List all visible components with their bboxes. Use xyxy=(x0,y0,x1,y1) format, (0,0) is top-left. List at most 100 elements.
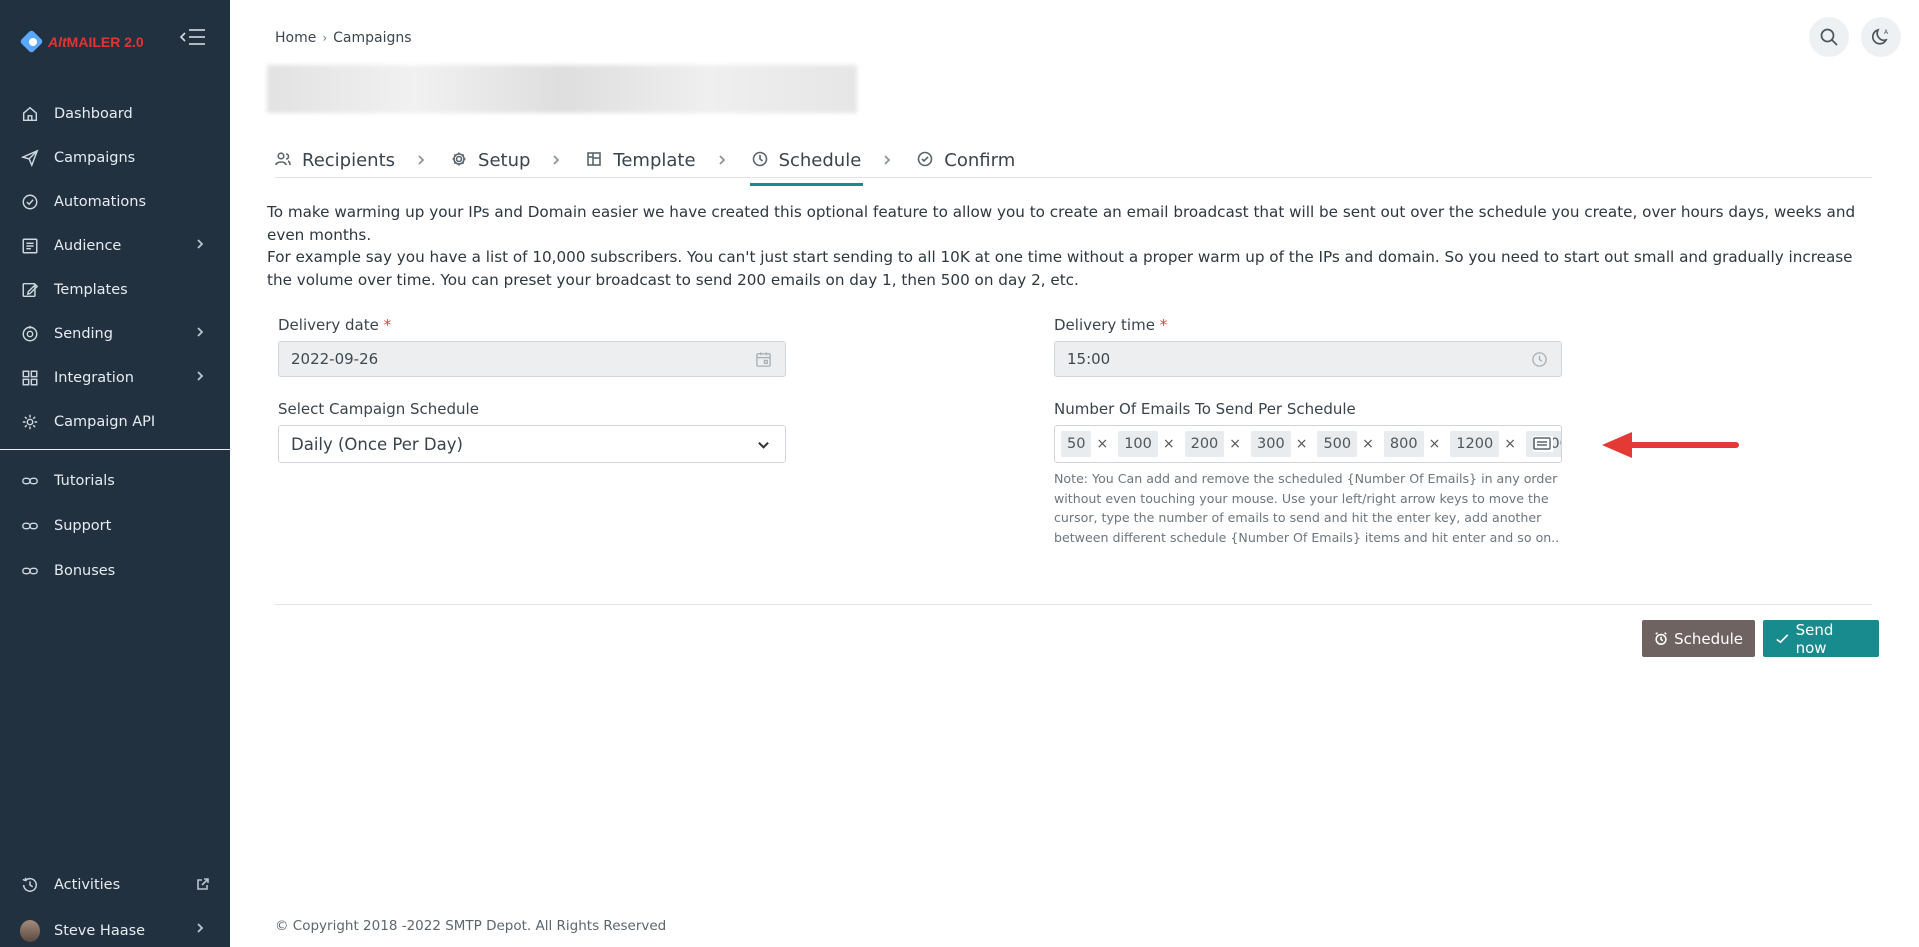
form-divider xyxy=(275,604,1872,605)
link-icon xyxy=(20,516,40,536)
step-label: Setup xyxy=(478,149,531,171)
keyboard-icon xyxy=(1533,436,1553,452)
remove-tag-icon[interactable]: × xyxy=(1499,431,1521,457)
remove-tag-icon[interactable]: × xyxy=(1357,431,1379,457)
remove-tag-icon[interactable]: × xyxy=(1157,431,1180,457)
sidebar-item-campaign-api[interactable]: Campaign API xyxy=(0,400,230,444)
chevron-right-icon xyxy=(194,370,208,384)
step-recipients[interactable]: Recipients xyxy=(275,140,395,180)
sidebar-item-label: Campaigns xyxy=(54,150,136,166)
chevron-right-icon xyxy=(716,154,732,166)
gear-icon xyxy=(451,151,469,169)
check-circle-icon xyxy=(917,151,935,169)
delivery-time-input[interactable]: 15:00 xyxy=(1054,341,1562,377)
theme-toggle-button[interactable]: A xyxy=(1861,17,1901,57)
sidebar-user-menu[interactable]: Steve Haase xyxy=(0,908,230,947)
emails-note: Note: You Can add and remove the schedul… xyxy=(1054,471,1560,545)
brand-mailer: MAILER 2.0 xyxy=(66,34,144,50)
breadcrumb-current[interactable]: Campaigns xyxy=(333,30,411,46)
blurred-campaign-title xyxy=(267,65,857,113)
campaign-schedule-select[interactable]: Daily (Once Per Day) xyxy=(278,425,786,463)
sidebar-item-label: Dashboard xyxy=(54,106,133,122)
sidebar-divider xyxy=(0,449,230,450)
remove-tag-icon[interactable]: × xyxy=(1091,431,1114,457)
sidebar-item-dashboard[interactable]: Dashboard xyxy=(0,92,230,136)
remove-tag-icon[interactable]: × xyxy=(1290,431,1313,457)
chevron-down-icon xyxy=(757,437,771,451)
audience-icon xyxy=(20,236,40,256)
schedule-description: To make warming up your IPs and Domain e… xyxy=(267,201,1872,291)
email-count-tag: 50 × xyxy=(1061,431,1114,457)
sidebar-item-label: Activities xyxy=(54,877,121,893)
chevron-right-icon xyxy=(194,326,208,340)
sidebar-item-label: Bonuses xyxy=(54,562,116,579)
svg-text:A: A xyxy=(1884,29,1889,36)
sidebar-links: Tutorials Support Bonuses xyxy=(0,458,230,593)
sidebar-item-tutorials[interactable]: Tutorials xyxy=(0,458,230,503)
emails-per-schedule-tags-input[interactable]: 50× 100× 200× 300× 500× 800× 1200× 1800 xyxy=(1054,425,1562,463)
api-icon xyxy=(20,412,40,432)
external-link-icon xyxy=(196,877,210,891)
email-count-tag: 200 × xyxy=(1184,431,1247,457)
avatar xyxy=(20,920,40,942)
sidebar-item-label: Sending xyxy=(54,326,113,342)
alarm-icon xyxy=(1655,632,1667,646)
sidebar-item-campaigns[interactable]: Campaigns xyxy=(0,136,230,180)
link-icon xyxy=(20,561,40,581)
footer-copyright: © Copyright 2018 -2022 SMTP Depot. All R… xyxy=(275,918,667,934)
sidebar-item-automations[interactable]: Automations xyxy=(0,180,230,224)
remove-tag-icon[interactable]: × xyxy=(1224,431,1247,457)
sidebar-item-integration[interactable]: Integration xyxy=(0,356,230,400)
sidebar-item-support[interactable]: Support xyxy=(0,503,230,548)
templates-icon xyxy=(20,280,40,300)
header-actions: A xyxy=(1809,17,1901,57)
history-icon xyxy=(20,875,40,895)
remove-tag-icon[interactable]: × xyxy=(1423,431,1446,457)
moon-icon: A xyxy=(1871,28,1889,45)
clock-icon xyxy=(752,151,770,169)
step-confirm[interactable]: Confirm xyxy=(917,140,1015,180)
sidebar-item-audience[interactable]: Audience xyxy=(0,224,230,268)
delivery-date-input[interactable]: 2022-09-26 xyxy=(278,341,786,377)
logo-icon xyxy=(20,30,44,54)
delivery-date-label: Delivery date * xyxy=(278,316,392,334)
chevron-right-icon xyxy=(194,238,208,252)
brand-logo[interactable]: AltMAILER 2.0 xyxy=(20,30,144,54)
chevron-right-icon xyxy=(881,154,897,166)
home-icon xyxy=(20,104,40,124)
calendar-icon xyxy=(755,351,773,369)
users-icon xyxy=(275,151,293,169)
search-button[interactable] xyxy=(1809,17,1849,57)
steps-underline xyxy=(275,177,1872,178)
step-template[interactable]: Template xyxy=(586,140,696,180)
user-name: Steve Haase xyxy=(54,923,146,939)
sidebar-item-templates[interactable]: Templates xyxy=(0,268,230,312)
breadcrumb: Home › Campaigns xyxy=(275,30,412,46)
step-setup[interactable]: Setup xyxy=(451,140,530,180)
chevron-right-icon xyxy=(550,154,566,166)
breadcrumb-home[interactable]: Home xyxy=(275,30,316,46)
clock-icon xyxy=(1531,351,1549,369)
step-label: Template xyxy=(613,149,696,171)
email-count-tag: 800 × xyxy=(1383,431,1446,457)
send-now-button[interactable]: Send now xyxy=(1763,620,1879,657)
sidebar-item-label: Audience xyxy=(54,238,122,254)
step-schedule[interactable]: Schedule xyxy=(749,140,863,186)
email-count-tag: 300 × xyxy=(1251,431,1313,457)
sidebar-item-label: Automations xyxy=(54,194,147,210)
sidebar-item-bonuses[interactable]: Bonuses xyxy=(0,548,230,593)
sidebar-collapse-icon[interactable] xyxy=(178,26,208,48)
sidebar-item-label: Templates xyxy=(54,282,128,298)
send-icon xyxy=(20,148,40,168)
step-label: Recipients xyxy=(302,149,396,171)
wizard-steps: Recipients Setup Template Schedule Confi… xyxy=(275,140,1015,186)
integration-icon xyxy=(20,368,40,388)
sidebar-item-sending[interactable]: Sending xyxy=(0,312,230,356)
chevron-right-icon xyxy=(415,154,431,166)
sidebar-item-label: Campaign API xyxy=(54,414,156,430)
sidebar-item-activities[interactable]: Activities xyxy=(0,862,230,908)
schedule-button[interactable]: Schedule xyxy=(1642,620,1755,657)
email-count-tag: 500 × xyxy=(1317,431,1379,457)
chevron-right-icon xyxy=(194,922,208,936)
main-content: Home › Campaigns A Recipients Setup Temp… xyxy=(230,0,1919,947)
